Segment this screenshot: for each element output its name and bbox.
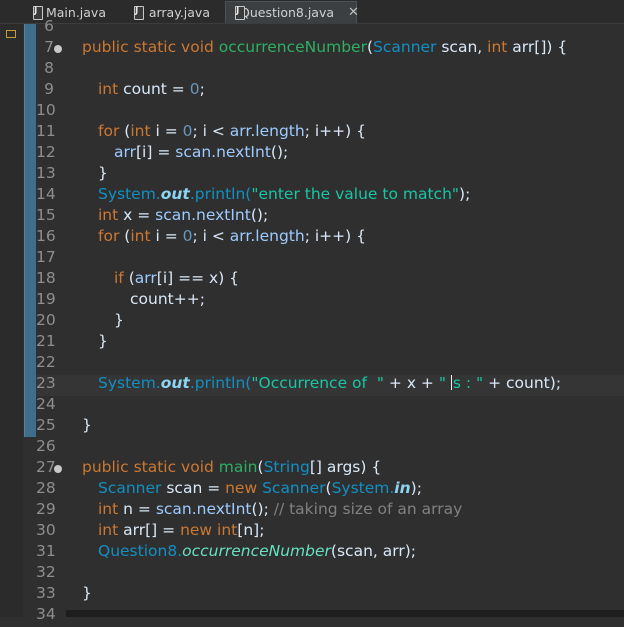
line-number: 25 [36,416,56,434]
line-number: 19 [36,290,56,308]
line-number: 7 [44,38,54,56]
line-number: 30 [36,521,56,539]
code-line: 22 [36,353,624,375]
fold-icon[interactable] [54,45,62,53]
code-text: } [98,332,108,350]
line-number: 31 [36,542,56,560]
line-number: 10 [36,101,56,119]
line-number: 21 [36,332,56,350]
code-line: 26 [36,437,624,459]
code-text: } [114,311,124,329]
line-number: 16 [36,227,56,245]
code-text: Scanner scan = new Scanner(System.in); [98,479,422,497]
line-number: 9 [44,80,54,98]
code-line: 9 int count = 0; [36,80,624,102]
code-line: 16 for (int i = 0; i < arr.length; i++) … [36,227,624,249]
code-line: 7 public static void occurrenceNumber(Sc… [36,38,624,60]
code-line: 33 } [36,584,624,606]
code-text: arr[i] = scan.nextInt(); [114,143,289,161]
code-line: 31 Question8.occurrenceNumber(scan, arr)… [36,542,624,564]
current-code-line: 23 System.out.println("Occurrence of " +… [36,374,624,396]
code-line: 19 count++; [36,290,624,312]
text-cursor [450,375,452,390]
outline-icon[interactable] [6,30,16,38]
left-toolbar [0,0,23,617]
code-text: int x = scan.nextInt(); [98,206,269,224]
line-number: 26 [36,437,56,455]
code-text: System.out.println("Occurrence of " + x … [98,374,562,392]
line-number: 15 [36,206,56,224]
code-line: 18 if (arr[i] == x) { [36,269,624,291]
code-line: 27 public static void main(String[] args… [36,458,624,480]
line-number: 8 [44,59,54,77]
code-text: int count = 0; [98,80,205,98]
line-number: 24 [36,395,56,413]
line-number: 6 [44,17,54,35]
code-editor[interactable]: 6 7 public static void occurrenceNumber(… [36,17,624,623]
line-number: 17 [36,248,56,266]
code-text: int n = scan.nextInt(); // taking size o… [98,500,463,518]
code-line: 15 int x = scan.nextInt(); [36,206,624,228]
code-text: } [82,416,92,434]
line-number: 18 [36,269,56,287]
line-number: 27 [36,458,56,476]
code-line: 28 Scanner scan = new Scanner(System.in)… [36,479,624,501]
line-number: 33 [36,584,56,602]
line-number: 11 [36,122,56,140]
code-line: 32 [36,563,624,585]
code-line: 13 } [36,164,624,186]
code-text: } [82,584,92,602]
code-text: for (int i = 0; i < arr.length; i++) { [98,122,366,140]
code-text: count++; [130,290,205,308]
code-line: 10 [36,101,624,123]
code-text: public static void occurrenceNumber(Scan… [82,38,568,56]
line-number: 12 [36,143,56,161]
line-number: 20 [36,311,56,329]
java-file-icon [133,5,144,20]
fold-icon[interactable] [54,465,62,473]
code-line: 12 arr[i] = scan.nextInt(); [36,143,624,165]
line-number: 22 [36,353,56,371]
range-indicator [25,23,36,437]
code-line: 17 [36,248,624,270]
code-line: 14 System.out.println("enter the value t… [36,185,624,207]
code-text: System.out.println("enter the value to m… [98,185,471,203]
line-number: 32 [36,563,56,581]
code-line: 20 } [36,311,624,333]
line-number: 13 [36,164,56,182]
line-number: 14 [36,185,56,203]
code-line: 24 [36,395,624,417]
code-text: Question8.occurrenceNumber(scan, arr); [98,542,417,560]
code-text: if (arr[i] == x) { [114,269,240,287]
code-text: } [98,164,108,182]
code-line: 29 int n = scan.nextInt(); // taking siz… [36,500,624,522]
code-line: 6 [36,17,624,39]
line-number: 34 [36,605,56,623]
code-line: 11 for (int i = 0; i < arr.length; i++) … [36,122,624,144]
line-number: 23 [36,374,56,392]
code-line: 30 int arr[] = new int[n]; [36,521,624,543]
code-line: 25 } [36,416,624,438]
code-text: int arr[] = new int[n]; [98,521,265,539]
code-text: public static void main(String[] args) { [82,458,382,476]
horizontal-scrollbar[interactable] [66,610,624,617]
code-text: for (int i = 0; i < arr.length; i++) { [98,227,366,245]
line-number: 29 [36,500,56,518]
code-line: 21 } [36,332,624,354]
line-number: 28 [36,479,56,497]
code-line: 8 [36,59,624,81]
